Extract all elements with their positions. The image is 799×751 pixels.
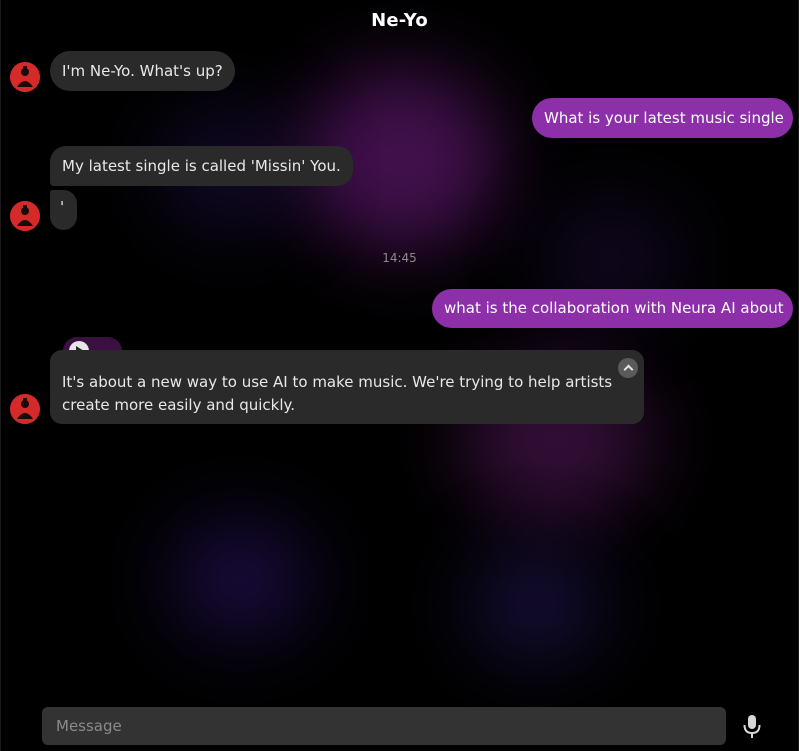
background-glow [471,550,601,660]
bot-avatar[interactable] [10,201,40,231]
chat-title: Ne-Yo [371,10,428,31]
bot-message: ' [50,190,77,230]
user-message: What is your latest music single [532,98,793,138]
background-glow [171,520,311,640]
message-composer [42,707,726,745]
microphone-icon[interactable] [742,714,762,740]
avatar-icon [10,201,40,231]
bot-avatar[interactable] [10,62,40,92]
avatar-icon [10,394,40,424]
avatar-icon [10,62,40,92]
message-input[interactable] [42,707,726,745]
bot-message: My latest single is called 'Missin' You. [50,146,353,186]
bot-avatar[interactable] [10,394,40,424]
bot-message: I'm Ne-Yo. What's up? [50,51,235,91]
user-message: what is the collaboration with Neura AI … [432,289,793,328]
chat-window: Ne-Yo I'm Ne-Yo. What's up? What is your… [0,0,799,751]
collapse-icon[interactable] [618,358,638,378]
bot-message: It's about a new way to use AI to make m… [50,350,644,424]
message-timestamp: 14:45 [382,251,417,265]
